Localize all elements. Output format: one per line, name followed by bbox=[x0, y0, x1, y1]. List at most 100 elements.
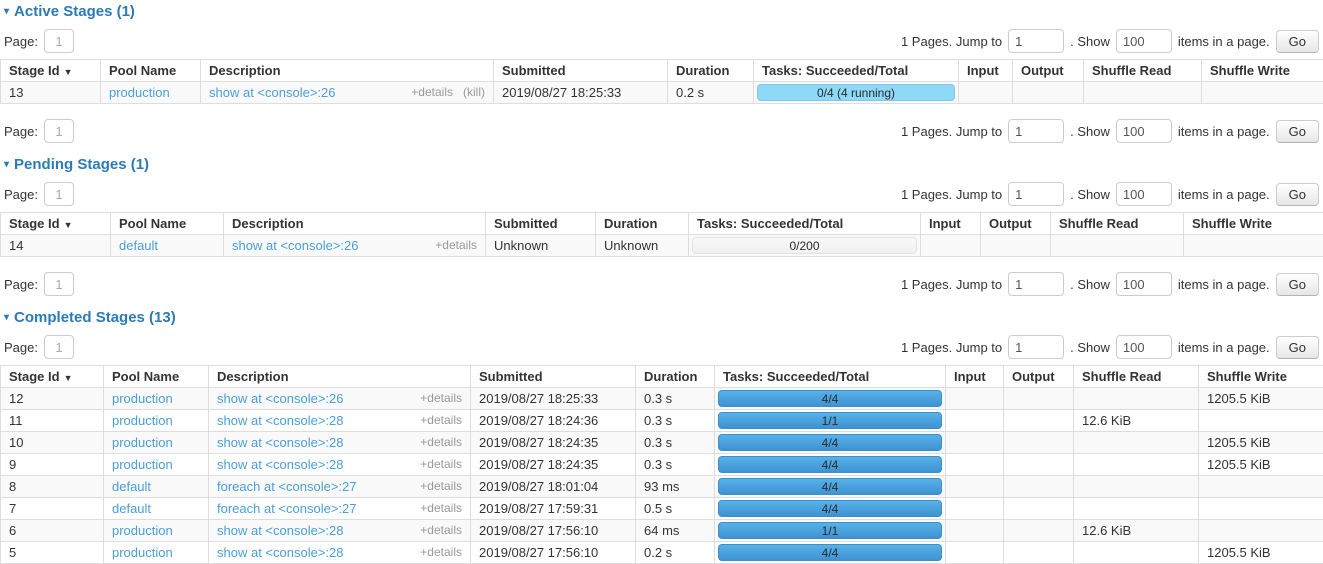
show-items-input[interactable] bbox=[1116, 119, 1172, 143]
column-header-shuffle-read[interactable]: Shuffle Read bbox=[1074, 366, 1199, 388]
stage-description-link[interactable]: show at <console>:28 bbox=[217, 413, 343, 428]
column-header-input[interactable]: Input bbox=[921, 213, 981, 235]
show-label: . Show bbox=[1070, 34, 1110, 49]
stage-description-link[interactable]: show at <console>:26 bbox=[217, 391, 343, 406]
items-per-page-text: items in a page. bbox=[1178, 124, 1270, 139]
pool-name-link[interactable]: default bbox=[112, 479, 151, 494]
stage-description-link[interactable]: foreach at <console>:27 bbox=[217, 501, 357, 516]
column-header-description[interactable]: Description bbox=[224, 213, 486, 235]
show-items-input[interactable] bbox=[1116, 335, 1172, 359]
submitted-cell: 2019/08/27 17:59:31 bbox=[471, 498, 636, 520]
details-toggle-link[interactable]: +details bbox=[420, 457, 462, 471]
pool-name-link[interactable]: production bbox=[109, 85, 170, 100]
page-label: Page: bbox=[4, 277, 38, 292]
output-cell bbox=[1004, 388, 1074, 410]
header-row: Stage Id▼Pool NameDescriptionSubmittedDu… bbox=[1, 366, 1323, 388]
column-header-pool-name[interactable]: Pool Name bbox=[101, 60, 201, 82]
column-header-shuffle-write[interactable]: Shuffle Write bbox=[1184, 213, 1323, 235]
show-items-input[interactable] bbox=[1116, 182, 1172, 206]
column-header-output[interactable]: Output bbox=[981, 213, 1051, 235]
column-header-pool-name[interactable]: Pool Name bbox=[104, 366, 209, 388]
details-toggle-link[interactable]: +details bbox=[420, 523, 462, 537]
pool-name-link[interactable]: production bbox=[112, 457, 173, 472]
column-header-pool-name[interactable]: Pool Name bbox=[111, 213, 224, 235]
shuffle-write-cell: 1205.5 KiB bbox=[1199, 542, 1323, 564]
details-toggle-link[interactable]: +details bbox=[420, 479, 462, 493]
go-button[interactable]: Go bbox=[1276, 183, 1319, 206]
column-header-tasks-succeeded-total[interactable]: Tasks: Succeeded/Total bbox=[689, 213, 921, 235]
details-toggle-link[interactable]: +details bbox=[420, 545, 462, 559]
details-toggle-link[interactable]: +details bbox=[435, 238, 477, 252]
go-button[interactable]: Go bbox=[1276, 273, 1319, 296]
pool-name-link[interactable]: production bbox=[112, 545, 173, 560]
shuffle-read-cell bbox=[1084, 82, 1202, 104]
jump-to-input[interactable] bbox=[1008, 182, 1064, 206]
stage-description-link[interactable]: show at <console>:28 bbox=[217, 545, 343, 560]
shuffle-read-cell: 12.6 KiB bbox=[1074, 520, 1199, 542]
details-toggle-link[interactable]: +details bbox=[420, 391, 462, 405]
kill-stage-link[interactable]: (kill) bbox=[463, 85, 485, 99]
shuffle-write-cell: 1205.5 KiB bbox=[1199, 432, 1323, 454]
page-input[interactable] bbox=[44, 29, 74, 53]
page-input[interactable] bbox=[44, 335, 74, 359]
pending-stages-heading[interactable]: ▾Pending Stages (1) bbox=[4, 156, 149, 173]
details-toggle-link[interactable]: +details bbox=[420, 413, 462, 427]
page-input[interactable] bbox=[44, 272, 74, 296]
pool-name-link[interactable]: production bbox=[112, 435, 173, 450]
column-header-tasks-succeeded-total[interactable]: Tasks: Succeeded/Total bbox=[754, 60, 959, 82]
stage-description-link[interactable]: show at <console>:28 bbox=[217, 435, 343, 450]
column-header-submitted[interactable]: Submitted bbox=[471, 366, 636, 388]
stage-description-link[interactable]: show at <console>:26 bbox=[209, 85, 335, 100]
active-stages-heading[interactable]: ▾Active Stages (1) bbox=[4, 3, 135, 20]
column-header-output[interactable]: Output bbox=[1004, 366, 1074, 388]
column-header-shuffle-read[interactable]: Shuffle Read bbox=[1084, 60, 1202, 82]
column-header-stage-id[interactable]: Stage Id▼ bbox=[1, 366, 104, 388]
show-items-input[interactable] bbox=[1116, 29, 1172, 53]
page-input[interactable] bbox=[44, 182, 74, 206]
pool-name-link[interactable]: production bbox=[112, 391, 173, 406]
pool-name-link[interactable]: default bbox=[119, 238, 158, 253]
column-header-input[interactable]: Input bbox=[959, 60, 1013, 82]
submitted-cell: Unknown bbox=[486, 235, 596, 257]
go-button[interactable]: Go bbox=[1276, 120, 1319, 143]
tasks-progress-bar: 0/4 (4 running) bbox=[757, 84, 955, 101]
column-header-description[interactable]: Description bbox=[209, 366, 471, 388]
column-header-duration[interactable]: Duration bbox=[636, 366, 715, 388]
column-header-duration[interactable]: Duration bbox=[596, 213, 689, 235]
pool-name-link[interactable]: default bbox=[112, 501, 151, 516]
jump-to-input[interactable] bbox=[1008, 272, 1064, 296]
completed-stages-heading[interactable]: ▾Completed Stages (13) bbox=[4, 309, 176, 326]
column-header-tasks-succeeded-total[interactable]: Tasks: Succeeded/Total bbox=[715, 366, 946, 388]
pool-name-link[interactable]: production bbox=[112, 413, 173, 428]
column-header-shuffle-read[interactable]: Shuffle Read bbox=[1051, 213, 1184, 235]
submitted-cell: 2019/08/27 18:01:04 bbox=[471, 476, 636, 498]
stage-description-link[interactable]: foreach at <console>:27 bbox=[217, 479, 357, 494]
go-button[interactable]: Go bbox=[1276, 30, 1319, 53]
details-toggle-link[interactable]: +details bbox=[420, 435, 462, 449]
go-button[interactable]: Go bbox=[1276, 336, 1319, 359]
pool-name-link[interactable]: production bbox=[112, 523, 173, 538]
jump-to-input[interactable] bbox=[1008, 119, 1064, 143]
column-header-stage-id[interactable]: Stage Id▼ bbox=[1, 60, 101, 82]
shuffle-write-cell bbox=[1199, 520, 1323, 542]
column-header-submitted[interactable]: Submitted bbox=[486, 213, 596, 235]
column-header-stage-id[interactable]: Stage Id▼ bbox=[1, 213, 111, 235]
column-header-duration[interactable]: Duration bbox=[668, 60, 754, 82]
jump-to-input[interactable] bbox=[1008, 335, 1064, 359]
column-header-input[interactable]: Input bbox=[946, 366, 1004, 388]
stage-description-link[interactable]: show at <console>:28 bbox=[217, 523, 343, 538]
stage-id-cell: 7 bbox=[1, 498, 104, 520]
column-header-shuffle-write[interactable]: Shuffle Write bbox=[1199, 366, 1323, 388]
page-input[interactable] bbox=[44, 119, 74, 143]
stage-description-link[interactable]: show at <console>:28 bbox=[217, 457, 343, 472]
details-toggle-link[interactable]: +details bbox=[420, 501, 462, 515]
show-items-input[interactable] bbox=[1116, 272, 1172, 296]
column-header-description[interactable]: Description bbox=[201, 60, 494, 82]
tasks-progress-bar: 4/4 bbox=[718, 544, 942, 561]
column-header-submitted[interactable]: Submitted bbox=[494, 60, 668, 82]
stage-description-link[interactable]: show at <console>:26 bbox=[232, 238, 358, 253]
column-header-shuffle-write[interactable]: Shuffle Write bbox=[1202, 60, 1323, 82]
jump-to-input[interactable] bbox=[1008, 29, 1064, 53]
details-toggle-link[interactable]: +details bbox=[411, 85, 453, 99]
column-header-output[interactable]: Output bbox=[1013, 60, 1084, 82]
